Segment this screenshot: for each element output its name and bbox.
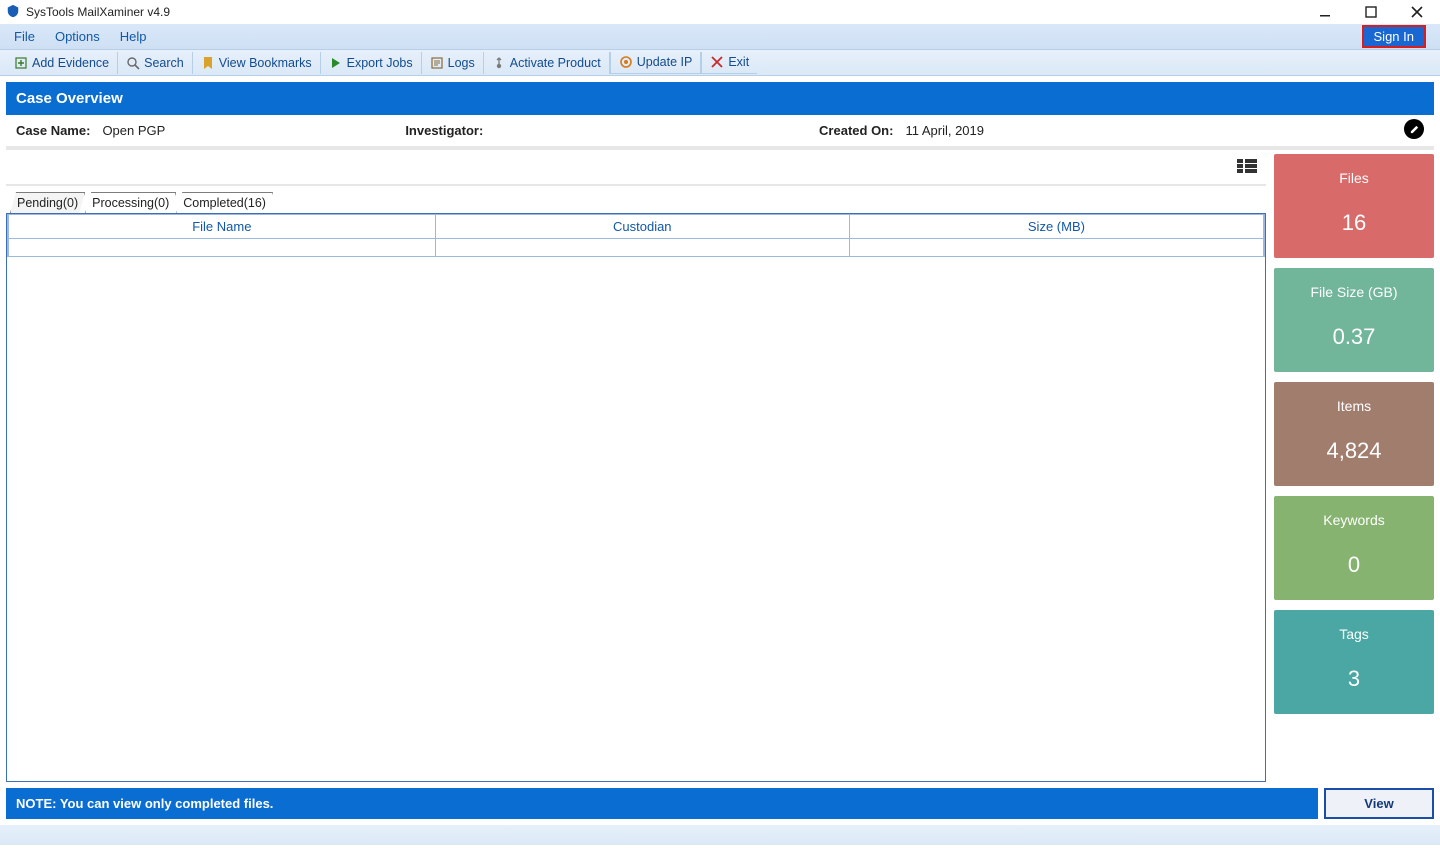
tile-value: 0.37 xyxy=(1280,324,1428,350)
activate-icon xyxy=(492,56,506,70)
exit-icon xyxy=(710,55,724,69)
case-name-label: Case Name: xyxy=(16,123,90,138)
exit-button[interactable]: Exit xyxy=(701,52,757,74)
menu-file[interactable]: File xyxy=(14,29,35,44)
sign-in-button[interactable]: Sign In xyxy=(1362,25,1426,48)
tab-completed[interactable]: Completed(16) xyxy=(176,192,273,213)
toolbar-label: Search xyxy=(144,56,184,70)
toolbar-label: Update IP xyxy=(637,55,693,69)
title-bar: SysTools MailXaminer v4.9 xyxy=(0,0,1440,24)
app-logo-icon xyxy=(6,4,20,21)
tile-value: 0 xyxy=(1280,552,1428,578)
column-size[interactable]: Size (MB) xyxy=(849,215,1263,239)
toolbar-label: View Bookmarks xyxy=(219,56,312,70)
column-file-name[interactable]: File Name xyxy=(9,215,436,239)
tile-label: Items xyxy=(1280,398,1428,414)
note-bar: NOTE: You can view only completed files. xyxy=(6,788,1318,819)
file-table: File Name Custodian Size (MB) xyxy=(6,214,1266,782)
view-toggle-icon[interactable] xyxy=(1236,158,1258,177)
menu-options[interactable]: Options xyxy=(55,29,100,44)
tile-keywords[interactable]: Keywords 0 xyxy=(1274,496,1434,600)
tile-file-size[interactable]: File Size (GB) 0.37 xyxy=(1274,268,1434,372)
toolbar-label: Logs xyxy=(448,56,475,70)
window-close-icon[interactable] xyxy=(1406,1,1428,23)
tile-files[interactable]: Files 16 xyxy=(1274,154,1434,258)
tile-label: Tags xyxy=(1280,626,1428,642)
update-ip-button[interactable]: Update IP xyxy=(610,52,702,74)
table-row xyxy=(8,239,1265,257)
stats-tiles: Files 16 File Size (GB) 0.37 Items 4,824… xyxy=(1274,150,1434,782)
tab-processing[interactable]: Processing(0) xyxy=(85,192,176,213)
tab-label: Completed(16) xyxy=(183,196,266,210)
main-content-pane: Pending(0) Processing(0) Completed(16) F… xyxy=(6,150,1266,782)
tile-items[interactable]: Items 4,824 xyxy=(1274,382,1434,486)
search-button[interactable]: Search xyxy=(118,52,193,74)
bookmark-icon xyxy=(201,56,215,70)
tile-label: Files xyxy=(1280,170,1428,186)
status-tabs: Pending(0) Processing(0) Completed(16) xyxy=(6,192,1266,214)
export-icon xyxy=(329,56,343,70)
add-evidence-button[interactable]: Add Evidence xyxy=(6,52,118,74)
tile-value: 4,824 xyxy=(1280,438,1428,464)
edit-case-icon[interactable] xyxy=(1404,119,1424,139)
case-overview-header: Case Overview xyxy=(6,82,1434,115)
tile-tags[interactable]: Tags 3 xyxy=(1274,610,1434,714)
view-button[interactable]: View xyxy=(1324,788,1434,819)
toolbar-label: Add Evidence xyxy=(32,56,109,70)
update-icon xyxy=(619,55,633,69)
toolbar: Add Evidence Search View Bookmarks Expor… xyxy=(0,50,1440,76)
toolbar-label: Activate Product xyxy=(510,56,601,70)
tile-value: 16 xyxy=(1280,210,1428,236)
tab-label: Pending(0) xyxy=(17,196,78,210)
created-on-value: 11 April, 2019 xyxy=(905,123,984,138)
scroll-gutter xyxy=(1264,215,1265,239)
tab-label: Processing(0) xyxy=(92,196,169,210)
case-info-bar: Case Name: Open PGP Investigator: Create… xyxy=(6,115,1434,150)
view-bookmarks-button[interactable]: View Bookmarks xyxy=(193,52,321,74)
add-icon xyxy=(14,56,28,70)
tab-pending[interactable]: Pending(0) xyxy=(10,192,85,213)
window-title: SysTools MailXaminer v4.9 xyxy=(26,5,170,19)
menu-bar: File Options Help Sign In xyxy=(0,24,1440,50)
activate-product-button[interactable]: Activate Product xyxy=(484,52,610,74)
created-on-label: Created On: xyxy=(819,123,893,138)
toolbar-label: Exit xyxy=(728,55,749,69)
window-maximize-icon[interactable] xyxy=(1360,1,1382,23)
status-strip xyxy=(0,825,1440,845)
tile-label: File Size (GB) xyxy=(1280,284,1428,300)
investigator-label: Investigator: xyxy=(405,123,483,138)
tile-value: 3 xyxy=(1280,666,1428,692)
logs-icon xyxy=(430,56,444,70)
tile-label: Keywords xyxy=(1280,512,1428,528)
logs-button[interactable]: Logs xyxy=(422,52,484,74)
window-minimize-icon[interactable] xyxy=(1314,1,1336,23)
search-icon xyxy=(126,56,140,70)
column-custodian[interactable]: Custodian xyxy=(435,215,849,239)
menu-help[interactable]: Help xyxy=(120,29,147,44)
export-jobs-button[interactable]: Export Jobs xyxy=(321,52,422,74)
toolbar-label: Export Jobs xyxy=(347,56,413,70)
case-name-value: Open PGP xyxy=(102,123,165,138)
